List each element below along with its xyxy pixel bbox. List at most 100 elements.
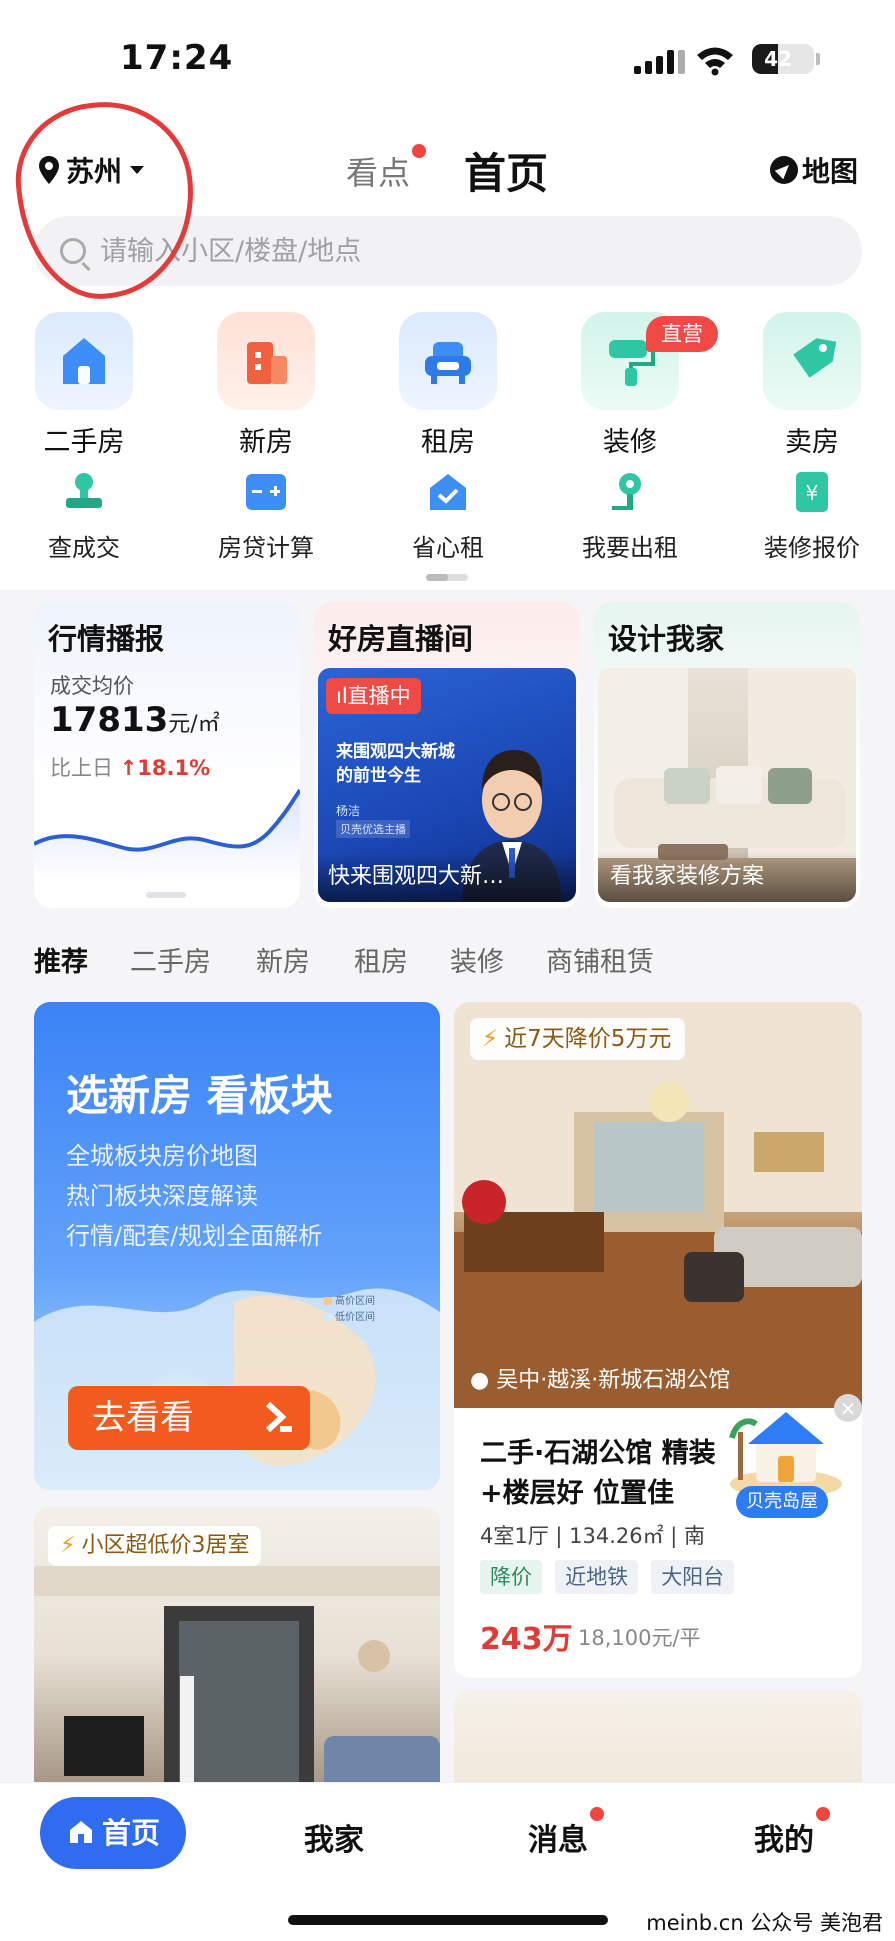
price-drop-badge: ⚡ 近7天降价5万元 [470, 1018, 686, 1060]
map-legend: 高价区间 低价区间 [324, 1294, 375, 1326]
secondary-service-grid: 查成交 房贷计算 省心租 我要出租 ¥ 装修报价 [0, 470, 895, 563]
interior-photo[interactable]: 看我家装修方案 [598, 668, 856, 902]
design-my-home-card[interactable]: 设计我家 看我家装修方案 [594, 602, 860, 908]
nav-mine-label: 我的 [754, 1823, 814, 1858]
design-caption: 看我家装修方案 [598, 852, 856, 902]
tab-home[interactable]: 首页 [464, 140, 548, 201]
wifi-icon [697, 47, 733, 76]
listing-photo [454, 1002, 862, 1408]
quote-icon: ¥ [796, 472, 828, 512]
live-stream-thumbnail[interactable]: ıl直播中 来围观四大新城的前世今生 杨洁 贝壳优选主播 快来围观四大新… [318, 668, 576, 902]
tab-kandian[interactable]: 看点 [346, 144, 427, 194]
search-input[interactable] [100, 235, 740, 267]
compare-label: 比上日 [50, 756, 113, 780]
service-label: 查成交 [48, 534, 120, 562]
close-icon[interactable]: × [834, 1394, 862, 1422]
listing-title: 二手·石湖公馆 精装+楼层好 位置佳 [480, 1438, 716, 1509]
grid-page-indicator [426, 574, 468, 581]
listing-card[interactable]: ⚡ 近7天降价5万元 ● 吴中·越溪·新城石湖公馆 二手·石湖公馆 精装+楼层好 … [454, 1002, 862, 1678]
listing-card-2[interactable]: ⚡ 小区超低价3居室 [34, 1506, 440, 1806]
top-header: 苏州 看点 首页 地图 [0, 140, 895, 200]
stream-caption: 快来围观四大新… [318, 852, 576, 902]
legend-high: 高价区间 [324, 1294, 375, 1310]
notification-dot [412, 144, 427, 158]
service-new-home[interactable]: 新房 [196, 312, 336, 459]
tab-renovation[interactable]: 装修 [450, 940, 504, 979]
battery-tip [816, 53, 820, 65]
stamp-icon [66, 473, 102, 508]
low-price-text: 小区超低价3居室 [81, 1533, 250, 1558]
ad-line: 全城板块房价地图 [66, 1142, 258, 1170]
map-button[interactable]: 地图 [770, 150, 858, 190]
tab-new-home[interactable]: 新房 [256, 940, 310, 979]
chevron-right-icon [265, 1401, 292, 1433]
notification-dot [816, 1807, 830, 1821]
tag-balcony: 大阳台 [651, 1560, 735, 1594]
low-price-badge: ⚡ 小区超低价3居室 [48, 1526, 262, 1566]
app-screen: 17:24 42 苏州 看点 首页 地图 请输入小区/楼盘/地点 二手房 新房 … [0, 0, 895, 1941]
service-deal-records[interactable]: 查成交 [14, 470, 154, 563]
nav-mine[interactable]: 我的 [754, 1807, 830, 1859]
go-see-button[interactable]: 去看看 [68, 1386, 310, 1450]
avg-price-number: 17813 [50, 700, 169, 740]
change-up-icon: ↑ [119, 756, 138, 780]
tab-second-hand[interactable]: 二手房 [130, 940, 211, 979]
nav-messages-label: 消息 [528, 1823, 588, 1858]
city-selector[interactable]: 苏州 [38, 150, 145, 190]
price-drop-text: 近7天降价5万元 [504, 1026, 672, 1052]
service-rent[interactable]: 租房 [378, 312, 518, 459]
legend-high-label: 高价区间 [335, 1296, 375, 1307]
nav-messages[interactable]: 消息 [528, 1807, 604, 1859]
district-map-illustration [34, 1288, 440, 1490]
host-name: 杨洁 [336, 804, 361, 818]
battery-level: 42 [764, 47, 792, 71]
market-report-card[interactable]: 行情播报 成交均价 17813元/㎡ 比上日 ↑18.1% [34, 602, 300, 908]
service-label: 省心租 [412, 534, 484, 562]
caret-down-icon [130, 166, 145, 174]
nav-my-home[interactable]: 我家 [304, 1815, 364, 1859]
tab-shop-rent[interactable]: 商铺租赁 [546, 940, 654, 979]
living-room-photo [454, 1002, 862, 1408]
home-indicator [288, 1915, 608, 1925]
watermark: meinb.cn 公众号 美泡君 [642, 1907, 887, 1937]
key-icon [612, 473, 641, 510]
live-badge-label: 直播中 [347, 684, 411, 708]
calculator-icon [246, 474, 286, 510]
beike-island-widget[interactable]: × 贝壳岛屋 [722, 1392, 862, 1532]
direct-operation-badge: 直营 [646, 316, 718, 352]
nav-home[interactable]: 首页 [40, 1797, 186, 1869]
navigation-arrow-icon [770, 156, 798, 184]
ad-headline: 选新房 看板块 [66, 1071, 333, 1120]
service-second-hand[interactable]: 二手房 [14, 312, 154, 459]
tab-recommend[interactable]: 推荐 [34, 940, 88, 979]
location-pin-icon: ● [470, 1368, 490, 1393]
service-renovation-quote[interactable]: ¥ 装修报价 [742, 470, 882, 563]
search-bar[interactable] [34, 216, 862, 286]
new-home-district-ad[interactable]: 选新房 看板块 全城板块房价地图 热门板块深度解读 行情/配套/规划全面解析 高… [34, 1002, 440, 1490]
lightning-icon: ⚡ [60, 1533, 76, 1558]
legend-low: 低价区间 [324, 1310, 375, 1326]
live-bars-icon: ıl [336, 684, 348, 708]
tag-near-metro: 近地铁 [555, 1560, 639, 1594]
building-icon [217, 312, 315, 410]
feature-cards: 行情播报 成交均价 17813元/㎡ 比上日 ↑18.1% 好房直播间 ıl直播… [0, 602, 895, 914]
service-worry-free-rent[interactable]: 省心租 [378, 470, 518, 563]
tab-rent[interactable]: 租房 [354, 940, 408, 979]
avg-price-unit: 元/㎡ [168, 712, 220, 737]
service-sell[interactable]: 卖房 [742, 312, 882, 459]
city-name: 苏州 [66, 155, 123, 188]
notification-dot [590, 1807, 604, 1821]
card-title: 设计我家 [608, 622, 725, 656]
service-label: 卖房 [785, 427, 839, 458]
house-icon [35, 312, 133, 410]
live-stream-card[interactable]: 好房直播间 ıl直播中 来围观四大新城的前世今生 杨洁 贝壳优选主播 快来围观四… [314, 602, 580, 908]
service-label: 我要出租 [582, 534, 678, 562]
service-list-for-rent[interactable]: 我要出租 [560, 470, 700, 563]
legend-low-label: 低价区间 [335, 1312, 375, 1323]
service-mortgage-calculator[interactable]: 房贷计算 [196, 470, 336, 563]
status-time: 17:24 [120, 38, 234, 78]
search-icon [60, 238, 86, 264]
ad-line: 热门板块深度解读 [66, 1182, 258, 1210]
price-tag-icon [763, 312, 861, 410]
listing-unit-price: 18,100元/平 [578, 1626, 701, 1650]
